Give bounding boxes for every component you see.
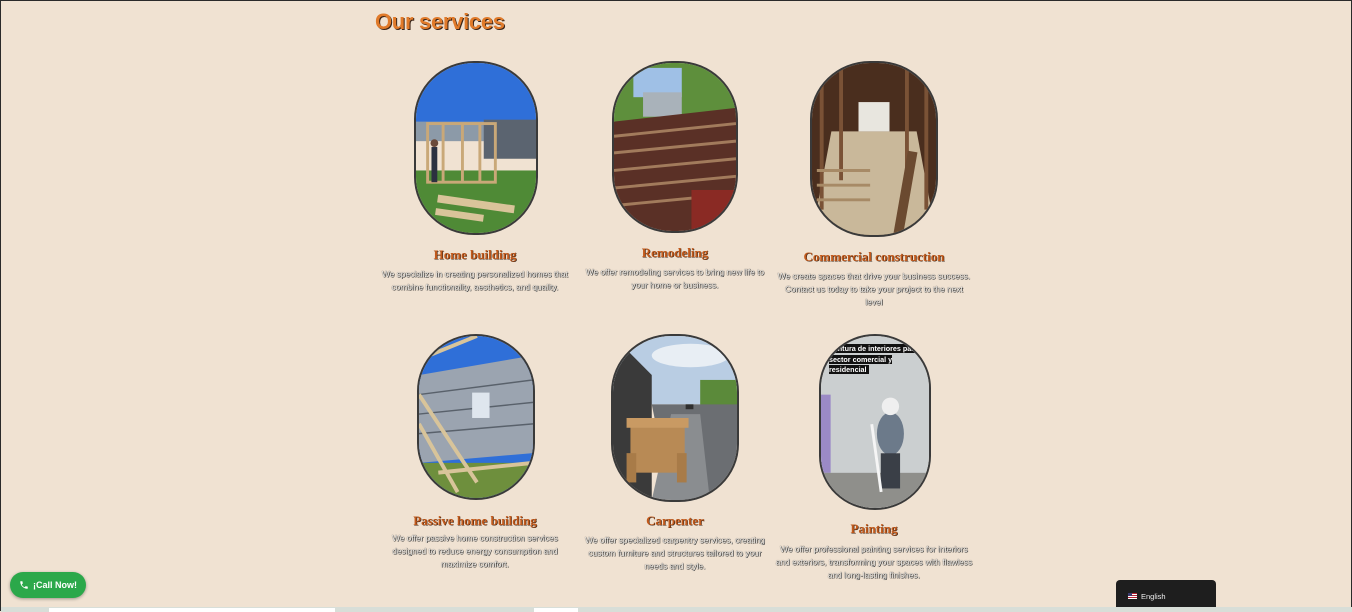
language-label: English <box>1141 591 1166 601</box>
card-title: Carpenter <box>646 513 704 528</box>
painting-image: Pintura de interiores para sector comerc… <box>819 334 931 510</box>
card-description: We offer passive home construction servi… <box>392 533 558 569</box>
phone-icon <box>20 581 28 589</box>
bottom-scroll-strip <box>1 607 1352 612</box>
card-title: Remodeling <box>641 245 709 260</box>
service-card-passive-home-building: Passive home building We offer passive h… <box>379 334 571 579</box>
passive-home-image <box>417 334 535 500</box>
card-title: Commercial construction <box>803 249 945 264</box>
card-title: Home building <box>433 247 517 262</box>
painting-overlay-caption: Pintura de interiores para sector comerc… <box>829 344 919 374</box>
card-description: We offer remodeling services to bring ne… <box>585 267 765 290</box>
card-description: We create spaces that drive your busines… <box>777 271 971 307</box>
call-now-button[interactable]: ¡Call Now! <box>10 572 86 598</box>
strip-segment <box>49 608 335 612</box>
call-now-label: ¡Call Now! <box>33 580 77 590</box>
home-building-image <box>414 61 538 235</box>
card-description: We offer professional painting services … <box>775 544 973 580</box>
carpenter-image <box>611 334 739 502</box>
card-description: We offer specialized carpentry services,… <box>585 535 765 571</box>
card-title: Painting <box>850 521 898 536</box>
us-flag-icon <box>1128 593 1137 599</box>
service-card-remodeling: Remodeling We offer remodeling services … <box>579 61 771 301</box>
service-card-painting: Pintura de interiores para sector comerc… <box>773 334 975 589</box>
commercial-construction-image <box>810 61 938 237</box>
card-description: We specialize in creating personalized h… <box>381 269 569 292</box>
card-title: Passive home building <box>413 513 537 528</box>
strip-segment <box>534 608 578 612</box>
remodeling-image <box>612 61 738 233</box>
service-card-home-building: Home building We specialize in creating … <box>375 61 575 301</box>
section-title: Our services <box>375 9 505 34</box>
service-card-commercial-construction: Commercial construction We create spaces… <box>775 61 973 311</box>
service-card-carpenter: Carpenter We offer specialized carpentry… <box>579 334 771 579</box>
